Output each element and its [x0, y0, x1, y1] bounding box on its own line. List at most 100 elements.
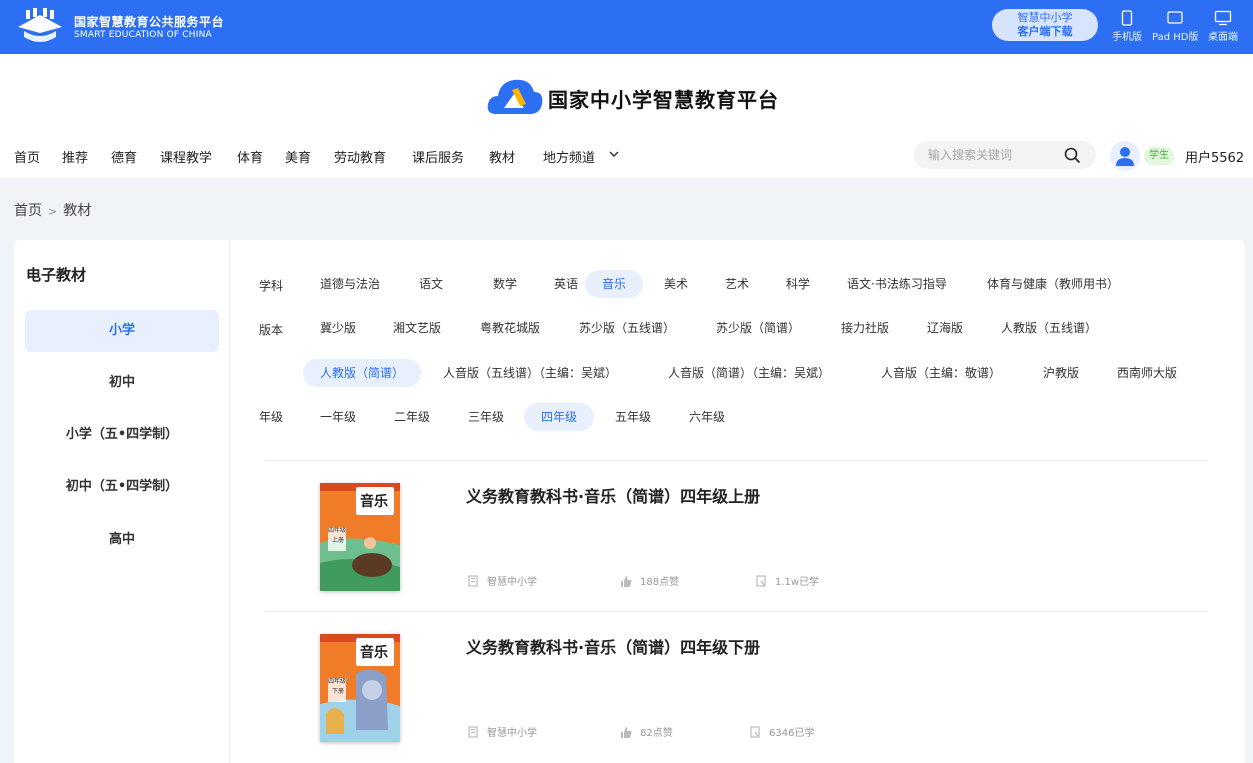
grade-chip-active[interactable]: 四年级: [524, 403, 595, 431]
user-name[interactable]: 用户5562: [1185, 147, 1244, 166]
content-panel: 电子教材 小学 初中 小学（五•四学制） 初中（五•四学制） 高中 学科 道德与…: [14, 240, 1245, 763]
book-learners: 1.1w已学: [756, 573, 819, 588]
edition-chip[interactable]: 湘文艺版: [376, 314, 458, 342]
book-likes: 188点赞: [620, 573, 679, 588]
subject-chip[interactable]: 语文·书法练习指导: [830, 270, 964, 298]
edition-chip[interactable]: 人音版（主编：敬谱）: [864, 359, 1018, 387]
edition-chip[interactable]: 人音版（五线谱）（主编：吴斌）: [426, 359, 634, 387]
edition-chip[interactable]: 接力社版: [824, 314, 906, 342]
edition-chip[interactable]: 冀少版: [303, 314, 373, 342]
nav-item-home[interactable]: 首页: [14, 147, 40, 166]
grade-chip[interactable]: 五年级: [598, 403, 668, 431]
avatar[interactable]: [1110, 141, 1140, 171]
book-learners: 6346已学: [750, 724, 814, 739]
sidebar-title: 电子教材: [26, 266, 87, 284]
edition-chip[interactable]: 西南师大版: [1100, 359, 1194, 387]
building-icon: [468, 575, 478, 587]
subject-chip[interactable]: 语文: [402, 270, 460, 298]
subject-chip[interactable]: 美术: [647, 270, 705, 298]
nav-item-courses[interactable]: 课程教学: [160, 147, 212, 166]
grade-chip[interactable]: 六年级: [672, 403, 742, 431]
cover-title: 音乐: [360, 645, 388, 661]
grade-label: 年级: [259, 410, 284, 424]
likes-text: 188点赞: [640, 577, 680, 588]
edition-chip[interactable]: 苏少版（五线谱）: [562, 314, 692, 342]
sidebar-item-primary-54[interactable]: 小学（五•四学制）: [25, 414, 219, 456]
site-title: 国家中小学智慧教育平台: [548, 88, 779, 112]
cover-title: 音乐: [360, 494, 388, 510]
subject-label: 学科: [259, 279, 284, 293]
subject-chip[interactable]: 艺术: [708, 270, 766, 298]
pad-version-link[interactable]: Pad HD版: [1152, 10, 1198, 43]
thumb-up-icon: [621, 576, 632, 587]
subject-chip[interactable]: 道德与法治: [303, 270, 397, 298]
mobile-version-link[interactable]: 手机版: [1112, 10, 1142, 43]
book-item[interactable]: 音乐 四年级 下册 义务教育教科书·音乐（简谱）四年级下册 智慧中小学 82点赞…: [266, 612, 1208, 762]
book-title[interactable]: 义务教育教科书·音乐（简谱）四年级下册: [466, 634, 760, 658]
nav-item-textbooks[interactable]: 教材: [489, 147, 515, 166]
book-likes: 82点赞: [620, 724, 673, 739]
search-box: [914, 141, 1096, 169]
client-line2: 客户端下载: [1017, 25, 1073, 38]
search-icon[interactable]: [1064, 147, 1081, 164]
breadcrumb-current: 教材: [63, 203, 92, 219]
subject-chip[interactable]: 科学: [769, 270, 827, 298]
platform-logo-icon[interactable]: [14, 7, 66, 45]
document-icon: [750, 726, 760, 738]
book-cover[interactable]: 音乐 四年级 上册: [320, 483, 400, 591]
grade-chip[interactable]: 二年级: [377, 403, 447, 431]
sidebar-item-junior-54[interactable]: 初中（五•四学制）: [25, 466, 219, 508]
subject-chip[interactable]: 数学: [476, 270, 534, 298]
client-download-button[interactable]: 智慧中小学 客户端下载: [992, 9, 1098, 41]
nav-item-sports[interactable]: 体育: [237, 147, 263, 166]
client-line1: 智慧中小学: [1017, 11, 1073, 24]
breadcrumb-separator-icon: >: [48, 205, 58, 218]
cover-grade: 四年级: [328, 527, 347, 534]
subject-chip[interactable]: 体育与健康（教师用书）: [970, 270, 1136, 298]
grade-chip[interactable]: 三年级: [451, 403, 521, 431]
nav-item-labor[interactable]: 劳动教育: [334, 147, 386, 166]
platform-subtitle: SMART EDUCATION OF CHINA: [74, 30, 212, 40]
edition-chip[interactable]: 粤教花城版: [463, 314, 557, 342]
cover-term: 下册: [332, 688, 345, 695]
learners-text: 6346已学: [769, 728, 815, 739]
edition-chip-active[interactable]: 人教版（简谱）: [303, 359, 422, 387]
book-publisher: 智慧中小学: [468, 573, 537, 588]
nav-item-local-channel[interactable]: 地方频道: [543, 147, 595, 166]
edition-chip[interactable]: 人教版（五线谱）: [984, 314, 1114, 342]
sidebar-item-senior[interactable]: 高中: [25, 519, 219, 561]
book-cover[interactable]: 音乐 四年级 下册: [320, 634, 400, 742]
breadcrumb: 首页 > 教材: [14, 200, 91, 220]
desktop-version-link[interactable]: 桌面端: [1208, 10, 1238, 43]
header: 国家中小学智慧教育平台 首页 推荐 德育 课程教学 体育 美育 劳动教育 课后服…: [0, 54, 1253, 178]
user-icon: [1116, 147, 1134, 166]
search-input[interactable]: [928, 147, 1058, 163]
publisher-text: 智慧中小学: [487, 577, 537, 588]
phone-icon: [1121, 10, 1133, 26]
grade-chip[interactable]: 一年级: [303, 403, 373, 431]
sidebar-item-junior[interactable]: 初中: [25, 362, 219, 404]
sidebar-item-primary[interactable]: 小学: [25, 310, 219, 352]
building-icon: [468, 726, 478, 738]
pad-version-label: Pad HD版: [1152, 32, 1199, 43]
cloud-book-logo-icon[interactable]: [486, 74, 544, 118]
cover-term: 上册: [332, 537, 345, 544]
desktop-version-label: 桌面端: [1208, 32, 1238, 43]
nav-item-after-school[interactable]: 课后服务: [412, 147, 464, 166]
edition-chip[interactable]: 辽海版: [910, 314, 980, 342]
nav-item-moral[interactable]: 德育: [111, 147, 137, 166]
nav-item-arts[interactable]: 美育: [285, 147, 311, 166]
edition-chip[interactable]: 沪教版: [1026, 359, 1096, 387]
cover-grade: 四年级: [328, 678, 347, 685]
subject-chip-active[interactable]: 音乐: [585, 270, 644, 298]
book-title[interactable]: 义务教育教科书·音乐（简谱）四年级上册: [466, 483, 760, 507]
likes-text: 82点赞: [640, 728, 673, 739]
breadcrumb-home[interactable]: 首页: [14, 203, 42, 219]
edition-chip[interactable]: 人音版（简谱）（主编：吴斌）: [651, 359, 847, 387]
nav-item-recommend[interactable]: 推荐: [62, 147, 88, 166]
chevron-down-icon[interactable]: [609, 150, 619, 158]
book-item[interactable]: 音乐 四年级 上册 义务教育教科书·音乐（简谱）四年级上册 智慧中小学 188点…: [266, 461, 1208, 611]
top-bar: 国家智慧教育公共服务平台 SMART EDUCATION OF CHINA 智慧…: [0, 0, 1253, 54]
edition-chip[interactable]: 苏少版（简谱）: [699, 314, 817, 342]
student-role-badge: 学生: [1144, 147, 1174, 165]
